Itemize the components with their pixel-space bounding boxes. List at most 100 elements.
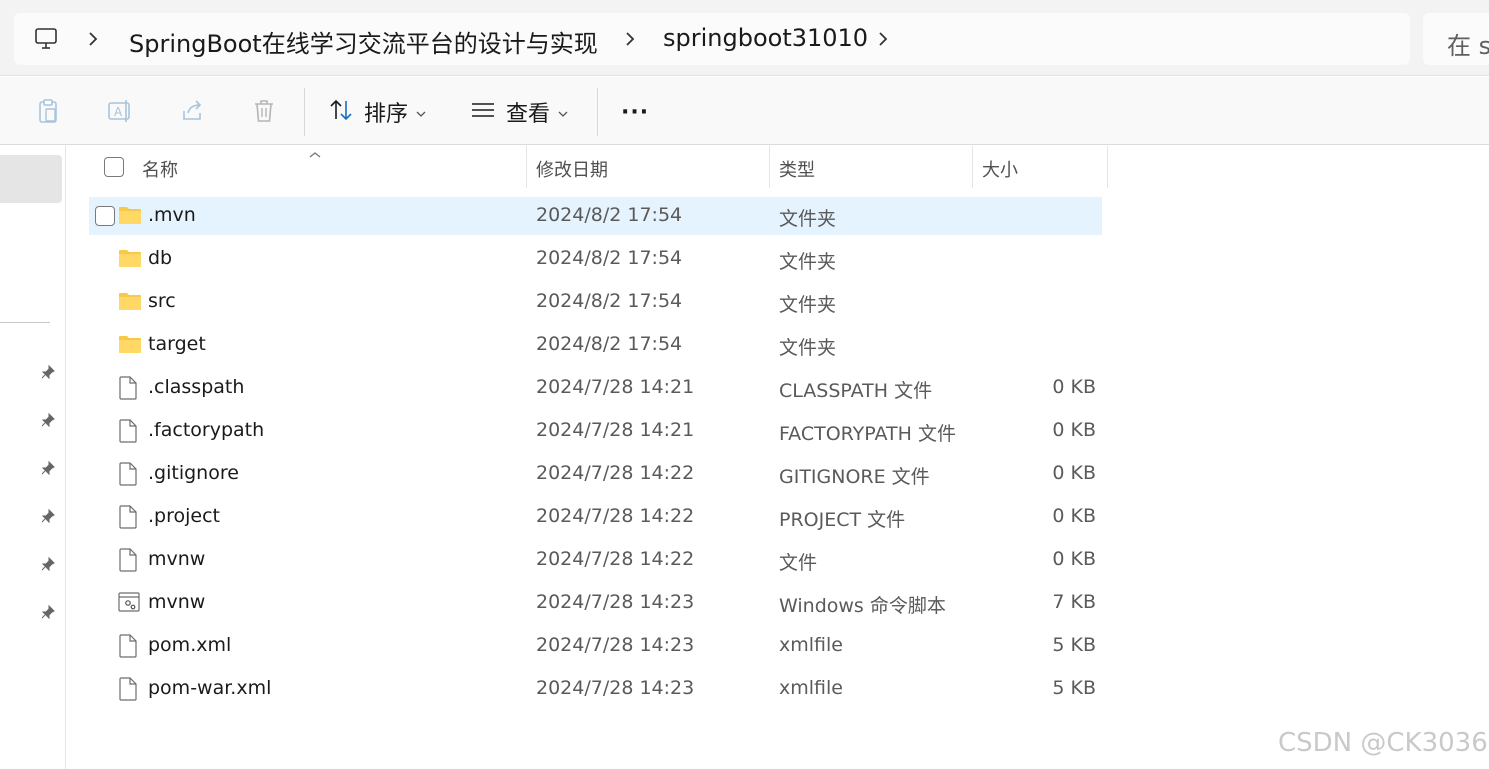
file-row[interactable]: mvnw 2024/7/28 14:23 Windows 命令脚本 7 KB (89, 584, 1102, 622)
view-list-icon (470, 97, 496, 127)
view-button[interactable]: 查看 (470, 96, 568, 128)
pin-icon[interactable] (40, 508, 56, 524)
share-icon[interactable] (178, 97, 206, 125)
file-modified-date: 2024/7/28 14:21 (536, 376, 695, 398)
file-type: 文件 (779, 552, 818, 574)
file-type: FACTORYPATH 文件 (779, 423, 956, 445)
file-modified-date: 2024/7/28 14:22 (536, 505, 695, 527)
pin-icon[interactable] (40, 604, 56, 620)
column-header-name[interactable]: 名称 (142, 156, 178, 182)
sort-label: 排序 (364, 102, 409, 127)
file-name: target (148, 333, 206, 355)
file-size: 0 KB (1052, 419, 1096, 441)
file-icon (118, 634, 138, 662)
file-type: 文件夹 (779, 337, 837, 359)
file-modified-date: 2024/7/28 14:22 (536, 548, 695, 570)
file-row[interactable]: mvnw 2024/7/28 14:22 文件 0 KB (89, 541, 1102, 579)
file-row[interactable]: .classpath 2024/7/28 14:21 CLASSPATH 文件 0 K… (89, 369, 1102, 407)
breadcrumb-item-project[interactable]: SpringBoot在线学习交流平台的设计与实现 (129, 24, 598, 59)
file-name: .gitignore (148, 462, 239, 484)
file-name: .project (148, 505, 220, 527)
pin-icon[interactable] (40, 460, 56, 476)
paste-icon[interactable] (34, 97, 62, 125)
file-type: PROJECT 文件 (779, 509, 906, 531)
column-divider[interactable] (526, 146, 527, 188)
file-size: 0 KB (1052, 548, 1096, 570)
pin-icon[interactable] (40, 364, 56, 380)
folder-icon (118, 204, 142, 230)
file-size: 0 KB (1052, 376, 1096, 398)
chevron-right-icon[interactable] (876, 30, 890, 52)
file-row[interactable]: pom-war.xml 2024/7/28 14:23 xmlfile 5 KB (89, 670, 1102, 708)
rename-icon[interactable]: A (106, 97, 134, 125)
command-bar (0, 77, 1489, 145)
column-divider[interactable] (972, 146, 973, 188)
column-header-size[interactable]: 大小 (982, 156, 1018, 182)
file-name: pom-war.xml (148, 677, 272, 699)
file-row[interactable]: db 2024/8/2 17:54 文件夹 (89, 240, 1102, 278)
file-row[interactable]: src 2024/8/2 17:54 文件夹 (89, 283, 1102, 321)
file-type: 文件夹 (779, 251, 837, 273)
nav-divider (0, 322, 50, 323)
file-modified-date: 2024/8/2 17:54 (536, 247, 683, 269)
more-icon: ··· (621, 99, 650, 125)
file-row[interactable]: .gitignore 2024/7/28 14:22 GITIGNORE 文件 0 K… (89, 455, 1102, 493)
sort-button[interactable]: 排序 (328, 96, 426, 128)
folder-icon (118, 247, 142, 273)
file-modified-date: 2024/7/28 14:22 (536, 462, 695, 484)
chevron-right-icon[interactable] (86, 30, 100, 52)
file-icon (118, 505, 138, 533)
toolbar-divider (597, 88, 598, 136)
column-divider[interactable] (769, 146, 770, 188)
svg-text:A: A (114, 105, 123, 119)
file-type: xmlfile (779, 634, 843, 656)
file-name: .mvn (148, 204, 196, 226)
watermark: CSDN @CK3036 (1278, 728, 1488, 758)
sort-ascending-icon (308, 144, 322, 163)
file-name: src (148, 290, 176, 312)
column-divider[interactable] (1107, 146, 1108, 188)
file-row[interactable]: target 2024/8/2 17:54 文件夹 (89, 326, 1102, 364)
pin-icon[interactable] (40, 412, 56, 428)
file-size: 7 KB (1052, 591, 1096, 613)
chevron-down-icon (416, 103, 426, 122)
file-name: .classpath (148, 376, 245, 398)
file-modified-date: 2024/7/28 14:23 (536, 591, 695, 613)
row-checkbox[interactable] (95, 206, 115, 226)
file-name: mvnw (148, 591, 206, 613)
file-row[interactable]: .project 2024/7/28 14:22 PROJECT 文件 0 KB (89, 498, 1102, 536)
view-label: 查看 (506, 102, 551, 127)
navigation-pane (0, 146, 66, 769)
file-type: 文件夹 (779, 294, 837, 316)
file-modified-date: 2024/8/2 17:54 (536, 290, 683, 312)
folder-icon (118, 290, 142, 316)
column-header-modified[interactable]: 修改日期 (536, 156, 608, 182)
file-size: 5 KB (1052, 634, 1096, 656)
column-header-type[interactable]: 类型 (779, 156, 815, 182)
this-pc-icon[interactable] (34, 27, 58, 55)
file-name: pom.xml (148, 634, 232, 656)
file-icon (118, 677, 138, 705)
file-size: 0 KB (1052, 505, 1096, 527)
file-type: CLASSPATH 文件 (779, 380, 933, 402)
file-modified-date: 2024/7/28 14:21 (536, 419, 695, 441)
chevron-right-icon[interactable] (623, 30, 637, 52)
file-size: 5 KB (1052, 677, 1096, 699)
file-type: 文件夹 (779, 208, 837, 230)
file-modified-date: 2024/8/2 17:54 (536, 333, 683, 355)
delete-icon[interactable] (250, 97, 278, 125)
file-name: mvnw (148, 548, 206, 570)
script-file-icon (118, 591, 140, 617)
breadcrumb-item-folder[interactable]: springboot31010 (663, 24, 868, 52)
file-row[interactable]: pom.xml 2024/7/28 14:23 xmlfile 5 KB (89, 627, 1102, 665)
file-row[interactable]: .factorypath 2024/7/28 14:21 FACTORYPATH 文… (89, 412, 1102, 450)
file-row[interactable]: .mvn 2024/8/2 17:54 文件夹 (89, 197, 1102, 235)
file-modified-date: 2024/7/28 14:23 (536, 634, 695, 656)
chevron-down-icon (558, 103, 568, 122)
toolbar-divider (304, 88, 305, 136)
nav-selected-item[interactable] (0, 155, 62, 203)
select-all-checkbox[interactable] (104, 157, 124, 177)
sort-icon (328, 97, 354, 127)
pin-icon[interactable] (40, 556, 56, 572)
more-options-button[interactable]: ··· (621, 96, 649, 128)
